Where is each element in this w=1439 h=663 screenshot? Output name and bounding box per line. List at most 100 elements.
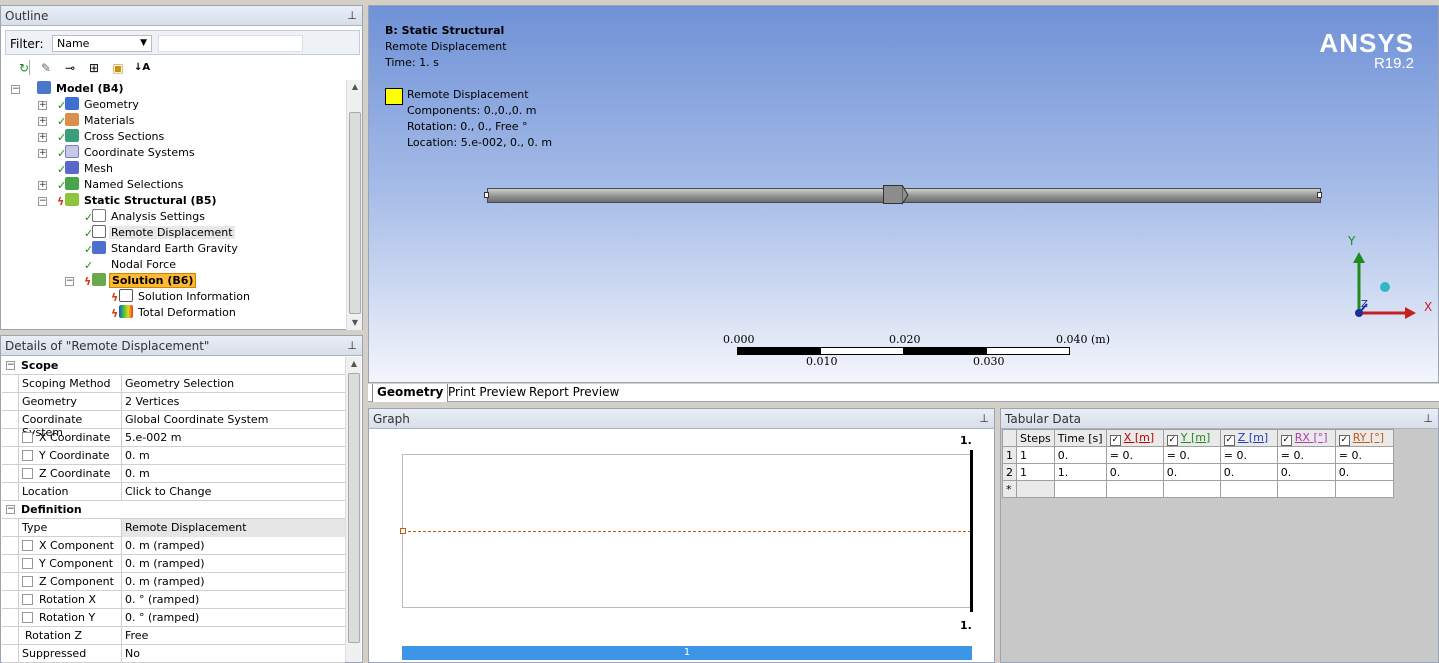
header-z[interactable]: ✓ Z [m] [1219, 429, 1278, 447]
collapse-icon[interactable]: − [11, 85, 20, 94]
details-row[interactable]: Type Remote Displacement [2, 519, 345, 537]
table-new-row[interactable]: * [1002, 480, 1394, 498]
header-x[interactable]: ✓ X [m] [1105, 429, 1164, 447]
tree-item-model[interactable]: Model (B4) [37, 81, 126, 97]
check-icon[interactable]: ✓ [1109, 434, 1121, 446]
param-checkbox[interactable] [22, 612, 33, 623]
scroll-thumb[interactable] [348, 373, 360, 643]
tree-item-cross-sections[interactable]: Cross Sections [65, 129, 166, 145]
header-rx[interactable]: ✓ RX [°] [1276, 429, 1336, 447]
expand-icon[interactable]: + [38, 101, 47, 110]
scale-label: 0.020 [889, 333, 921, 346]
scroll-up-icon[interactable]: ▲ [347, 80, 363, 94]
expand-icon[interactable]: + [38, 117, 47, 126]
filter-input[interactable] [158, 35, 303, 52]
details-row[interactable]: Z Coordinate 0. m [2, 465, 345, 483]
check-icon[interactable]: ✓ [1280, 434, 1292, 446]
pin-icon[interactable]: ⊥ [979, 412, 989, 425]
table-row[interactable]: 2 1 1. 0. 0. 0. 0. 0. [1002, 463, 1394, 481]
tab-geometry[interactable]: Geometry [372, 384, 449, 402]
remote-point-marker[interactable] [883, 185, 903, 204]
param-checkbox[interactable] [22, 540, 33, 551]
tree-item-solution-information[interactable]: Solution Information [119, 289, 252, 305]
details-row[interactable]: Geometry 2 Vertices [2, 393, 345, 411]
expand-icon[interactable]: + [38, 149, 47, 158]
collapse-icon[interactable]: − [38, 197, 47, 206]
connect-icon[interactable]: ⊸ [61, 59, 79, 76]
check-icon[interactable]: ✓ [1338, 434, 1350, 446]
details-row[interactable]: Rotation Z Free [2, 627, 345, 645]
details-row[interactable]: Suppressed No [2, 645, 345, 663]
scroll-thumb[interactable] [349, 112, 361, 314]
details-row[interactable]: Rotation Y 0. ° (ramped) [2, 609, 345, 627]
tree-item-coordinate-systems[interactable]: Coordinate Systems [65, 145, 197, 161]
pin-icon[interactable]: ⊥ [347, 9, 357, 22]
param-checkbox[interactable] [22, 594, 33, 605]
header-y[interactable]: ✓ Y [m] [1162, 429, 1221, 447]
details-row[interactable]: X Coordinate 5.e-002 m [2, 429, 345, 447]
header-ry[interactable]: ✓ RY [°] [1334, 429, 1394, 447]
details-row[interactable]: Y Coordinate 0. m [2, 447, 345, 465]
details-row[interactable]: Z Component 0. m (ramped) [2, 573, 345, 591]
collapse-icon[interactable]: − [6, 361, 15, 370]
tree-item-static-structural[interactable]: Static Structural (B5) [65, 193, 219, 209]
expand-all-icon[interactable]: ⊞ [85, 59, 103, 76]
tree-item-analysis-settings[interactable]: Analysis Settings [92, 209, 207, 225]
check-icon[interactable]: ✓ [1166, 434, 1178, 446]
param-checkbox[interactable] [22, 432, 33, 443]
group-definition[interactable]: − Definition [2, 501, 345, 519]
param-checkbox[interactable] [22, 558, 33, 569]
filter-select[interactable]: Name ▼ [52, 35, 152, 52]
sort-icon[interactable]: ↓A [133, 59, 151, 76]
details-row[interactable]: Y Component 0. m (ramped) [2, 555, 345, 573]
tree-item-materials[interactable]: Materials [65, 113, 136, 129]
beam-vertex[interactable] [484, 192, 489, 198]
graph-time-cursor[interactable] [970, 450, 973, 612]
check-icon[interactable]: ✓ [1223, 434, 1235, 446]
folder-icon[interactable]: ▣ [109, 59, 127, 76]
header-time[interactable]: Time [s] [1053, 429, 1107, 447]
axis-y-label: Y [1348, 234, 1356, 248]
details-row[interactable]: Scoping Method Geometry Selection [2, 375, 345, 393]
tree-item-named-selections[interactable]: Named Selections [65, 177, 185, 193]
collapse-icon[interactable]: − [6, 505, 15, 514]
scroll-down-icon[interactable]: ▼ [347, 316, 363, 330]
table-row[interactable]: 1 1 0. = 0. = 0. = 0. = 0. = 0. [1002, 446, 1394, 464]
scroll-up-icon[interactable]: ▲ [346, 357, 362, 371]
tree-item-geometry[interactable]: Geometry [65, 97, 141, 113]
tab-report-preview[interactable]: Report Preview [525, 384, 623, 402]
pin-icon[interactable]: ⊥ [1423, 412, 1433, 425]
group-scope[interactable]: − Scope [2, 357, 345, 375]
tree-item-standard-earth-gravity[interactable]: Standard Earth Gravity [92, 241, 240, 257]
collapse-icon[interactable]: − [65, 277, 74, 286]
details-row[interactable]: Coordinate System Global Coordinate Syste… [2, 411, 345, 439]
tree-item-remote-displacement[interactable]: Remote Displacement [92, 225, 235, 241]
header-steps[interactable]: Steps [1016, 429, 1055, 447]
tree-item-total-deformation[interactable]: Total Deformation [119, 305, 238, 321]
outline-panel: Outline ⊥ Filter: Name ▼ ↻ ✎ ⊸ ⊞ ▣ ↓A − … [0, 5, 363, 330]
tab-print-preview[interactable]: Print Preview [444, 384, 530, 402]
edit-icon[interactable]: ✎ [37, 59, 55, 76]
param-checkbox[interactable] [22, 450, 33, 461]
pin-icon[interactable]: ⊥ [347, 339, 357, 352]
tabular-data-panel: Tabular Data ⊥ Steps Time [s] ✓ X [m] ✓ Y … [1000, 408, 1439, 663]
tree-item-nodal-force[interactable]: Nodal Force [92, 257, 178, 273]
tree-item-mesh[interactable]: Mesh [65, 161, 115, 177]
param-checkbox[interactable] [22, 576, 33, 587]
details-row[interactable]: X Component 0. m (ramped) [2, 537, 345, 555]
details-row[interactable]: Location Click to Change [2, 483, 345, 501]
details-scrollbar[interactable]: ▲ [345, 357, 361, 662]
graphics-viewport[interactable]: B: Static Structural Remote Displacement… [368, 5, 1439, 383]
graph-plot-area[interactable] [400, 450, 973, 612]
graph-step-bar[interactable]: 1 [402, 646, 972, 660]
param-checkbox[interactable] [22, 468, 33, 479]
beam-vertex[interactable] [1317, 192, 1322, 198]
outline-scrollbar[interactable]: ▲ ▼ [346, 80, 362, 330]
materials-icon [65, 113, 79, 126]
expand-icon[interactable]: + [38, 133, 47, 142]
coordinate-triad-icon[interactable] [1339, 236, 1429, 326]
details-row[interactable]: Rotation X 0. ° (ramped) [2, 591, 345, 609]
expand-icon[interactable]: + [38, 181, 47, 190]
refresh-icon[interactable]: ↻ [15, 59, 33, 76]
tree-item-solution[interactable]: Solution (B6) [92, 273, 197, 289]
